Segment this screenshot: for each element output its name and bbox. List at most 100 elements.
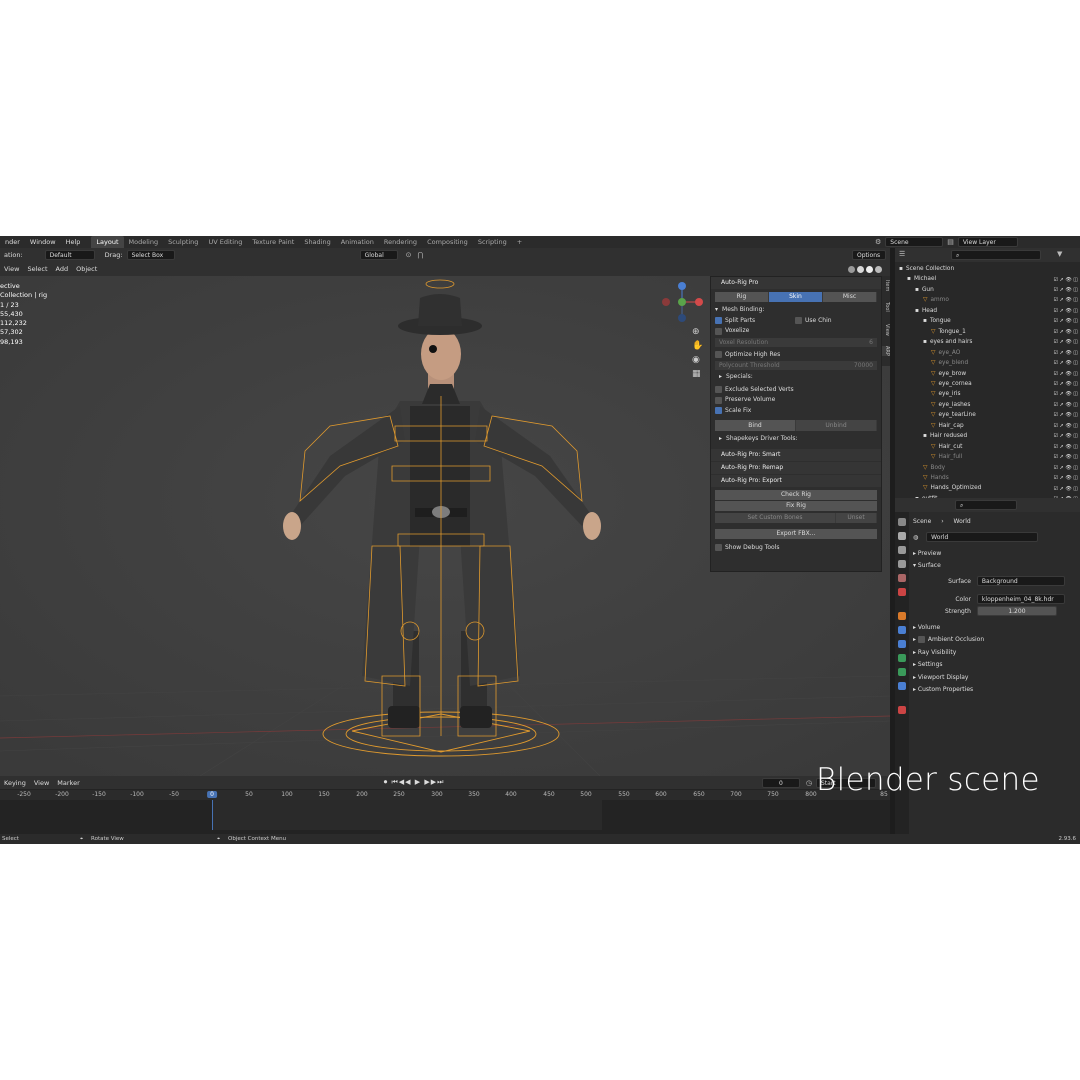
data-tab-icon[interactable] [898, 682, 906, 690]
outliner-row[interactable]: ▪ Michael ☑ ➚ 👁 ◫ [907, 274, 1080, 293]
shapekeys-row[interactable]: ▸ Shapekeys Driver Tools: [711, 434, 881, 445]
outliner-row[interactable]: ▽ eye_blend ☑ ➚ 👁 ◫ [931, 358, 1080, 377]
surface-section[interactable]: ▾ Surface [913, 560, 941, 571]
outliner-row[interactable]: ▪ Gun ☑ ➚ 👁 ◫ [915, 285, 1080, 304]
modifier-tab-icon[interactable] [898, 626, 906, 634]
menu-window[interactable]: Window [25, 236, 61, 248]
tab-scripting[interactable]: Scripting [473, 236, 512, 248]
frame-ruler[interactable]: -250 -200 -150 -100 -50 0 50 100 150 200… [0, 790, 890, 800]
ray-visibility-section[interactable]: ▸ Ray Visibility [913, 647, 956, 658]
current-frame-marker[interactable]: 0 [207, 791, 217, 798]
outliner-row[interactable]: ▽ Hair_cap ☑ ➚ 👁 ◫ [931, 421, 1080, 440]
outliner-row[interactable]: ▽ eye_brow ☑ ➚ 👁 ◫ [931, 369, 1080, 388]
snap-icon[interactable]: ⋂ [417, 251, 423, 259]
outliner-row[interactable]: ▽ eye_lashes ☑ ➚ 👁 ◫ [931, 400, 1080, 419]
view-layer-field[interactable]: View Layer [957, 237, 1018, 247]
outliner-row[interactable]: ▽ eye_iris ☑ ➚ 👁 ◫ [931, 389, 1080, 408]
view-layer-tab-icon[interactable] [898, 560, 906, 568]
marker-menu[interactable]: Marker [53, 779, 83, 787]
outliner-row[interactable]: ▽ eye_AO ☑ ➚ 👁 ◫ [931, 348, 1080, 367]
playhead-line[interactable] [212, 800, 213, 830]
tab-shading[interactable]: Shading [299, 236, 335, 248]
physics-tab-icon[interactable] [898, 654, 906, 662]
filter-icon[interactable]: ▼ [1057, 250, 1062, 258]
outliner-row[interactable]: ▽ Hands ☑ ➚ 👁 ◫ [923, 473, 1080, 492]
scene-crumb[interactable]: Scene [913, 518, 931, 525]
outliner-row[interactable]: ▪ Tongue ☑ ➚ 👁 ◫ [923, 316, 1080, 335]
timeline[interactable]: Keying View Marker ⏺ ⏮◀◀ ▶ ▶▶⏭ 0 ◷ Start… [0, 776, 890, 834]
unset-button[interactable]: Unset [836, 512, 877, 523]
arp-tab-misc[interactable]: Misc [823, 292, 877, 302]
outliner-row[interactable]: ▽ Hair_full ☑ ➚ 👁 ◫ [931, 452, 1080, 471]
orientation-dropdown[interactable]: Default [44, 250, 95, 260]
outliner-row[interactable]: ▽ Tongue_1 ☑ ➚ 👁 ◫ [931, 327, 1080, 346]
preserve-volume-checkbox[interactable] [715, 396, 722, 404]
polycount-field[interactable]: Polycount Threshold 70000 [715, 361, 877, 370]
display-mode-icon[interactable]: ☰ [899, 250, 905, 258]
outliner-row[interactable]: ▪ eyes and hairs ☑ ➚ 👁 ◫ [923, 337, 1080, 356]
voxelize-checkbox[interactable] [715, 327, 722, 335]
object-tab-icon[interactable] [898, 612, 906, 620]
outliner-row[interactable]: ▽Hands_Optimized☑ ➚ 👁 ◫ [923, 483, 1080, 498]
properties-search[interactable]: ⌕ [955, 500, 1017, 510]
outliner-row[interactable]: ▽ eye_tearLine ☑ ➚ 👁 ◫ [931, 410, 1080, 429]
transform-orientation-dropdown[interactable]: Global [359, 250, 398, 260]
outliner-row[interactable]: ▽ Body ☑ ➚ 👁 ◫ [923, 463, 1080, 482]
tab-compositing[interactable]: Compositing [422, 236, 473, 248]
debug-checkbox[interactable] [715, 544, 722, 552]
exclude-checkbox[interactable] [715, 386, 722, 394]
outliner-row[interactable]: ▪ Hair redused ☑ ➚ 👁 ◫ [923, 431, 1080, 450]
outliner[interactable]: ☰ ⌕ ▼ ▪ Scene Collection ☑ ➚ 👁 ◫ ▪ Michael ☑ … [895, 248, 1080, 498]
arp-tab-skin[interactable]: Skin [769, 292, 823, 302]
optimize-checkbox[interactable] [715, 351, 722, 359]
outliner-row[interactable]: ▽ Hair_cut ☑ ➚ 👁 ◫ [931, 442, 1080, 461]
voxel-resolution-field[interactable]: Voxel Resolution 6 [715, 337, 877, 347]
sidebar-tab-tool[interactable]: Tool [882, 302, 890, 312]
render-tab-icon[interactable] [898, 532, 906, 540]
remap-panel-header[interactable]: Auto-Rig Pro: Remap [711, 461, 881, 474]
drag-dropdown[interactable]: Select Box [126, 250, 175, 260]
bind-button[interactable]: Bind [715, 420, 796, 431]
unbind-button[interactable]: Unbind [796, 420, 877, 431]
fix-rig-button[interactable]: Fix Rig [715, 500, 877, 511]
custom-properties-section[interactable]: ▸ Custom Properties [913, 684, 973, 695]
export-panel-header[interactable]: Auto-Rig Pro: Export [711, 474, 881, 487]
volume-section[interactable]: ▸ Volume [913, 622, 940, 633]
tab-layout[interactable]: Layout [91, 236, 124, 248]
timeline-view-menu[interactable]: View [30, 779, 53, 787]
split-parts-checkbox[interactable] [715, 317, 722, 325]
export-fbx-button[interactable]: Export FBX... [715, 528, 877, 539]
menu-blender[interactable]: nder [0, 236, 25, 248]
mesh-binding-row[interactable]: ▾ Mesh Binding: [711, 305, 881, 316]
pivot-icon[interactable]: ⊙ [406, 251, 412, 259]
outliner-row[interactable]: ▽ ammo ☑ ➚ 👁 ◫ [923, 295, 1080, 314]
outliner-search-field[interactable]: ⌕ [951, 250, 1041, 260]
tab-texture-paint[interactable]: Texture Paint [247, 236, 299, 248]
arp-tab-rig[interactable]: Rig [715, 292, 769, 302]
scene-field[interactable]: Scene [885, 237, 944, 247]
outliner-row[interactable]: ▪ Scene Collection ☑ ➚ 👁 ◫ [899, 264, 1080, 283]
preview-section[interactable]: ▸ Preview [913, 548, 941, 559]
tab-modeling[interactable]: Modeling [124, 236, 164, 248]
output-tab-icon[interactable] [898, 546, 906, 554]
world-tab-icon[interactable] [898, 588, 906, 596]
tab-animation[interactable]: Animation [336, 236, 379, 248]
check-rig-button[interactable]: Check Rig [715, 489, 877, 500]
outliner-row[interactable]: ▽ eye_cornea ☑ ➚ 👁 ◫ [931, 379, 1080, 398]
smart-panel-header[interactable]: Auto-Rig Pro: Smart [711, 448, 881, 461]
tab-rendering[interactable]: Rendering [379, 236, 422, 248]
world-name-field[interactable]: World [926, 532, 1039, 542]
specials-row[interactable]: ▸ Specials: [711, 372, 881, 383]
particles-tab-icon[interactable] [898, 640, 906, 648]
object-menu[interactable]: Object [72, 265, 101, 273]
ao-section[interactable]: ▸ Ambient Occlusion [913, 634, 984, 645]
surface-field[interactable]: Background [976, 576, 1065, 586]
sidebar-tab-arp[interactable]: ARP [882, 346, 890, 356]
set-custom-bones-button[interactable]: Set Custom Bones [715, 512, 836, 523]
ao-checkbox[interactable] [917, 636, 925, 643]
options-dropdown[interactable]: Options [852, 250, 886, 260]
tool-tab-icon[interactable] [898, 518, 906, 526]
viewport-display-section[interactable]: ▸ Viewport Display [913, 672, 968, 683]
select-menu[interactable]: Select [23, 265, 51, 273]
view-menu[interactable]: View [0, 265, 23, 273]
